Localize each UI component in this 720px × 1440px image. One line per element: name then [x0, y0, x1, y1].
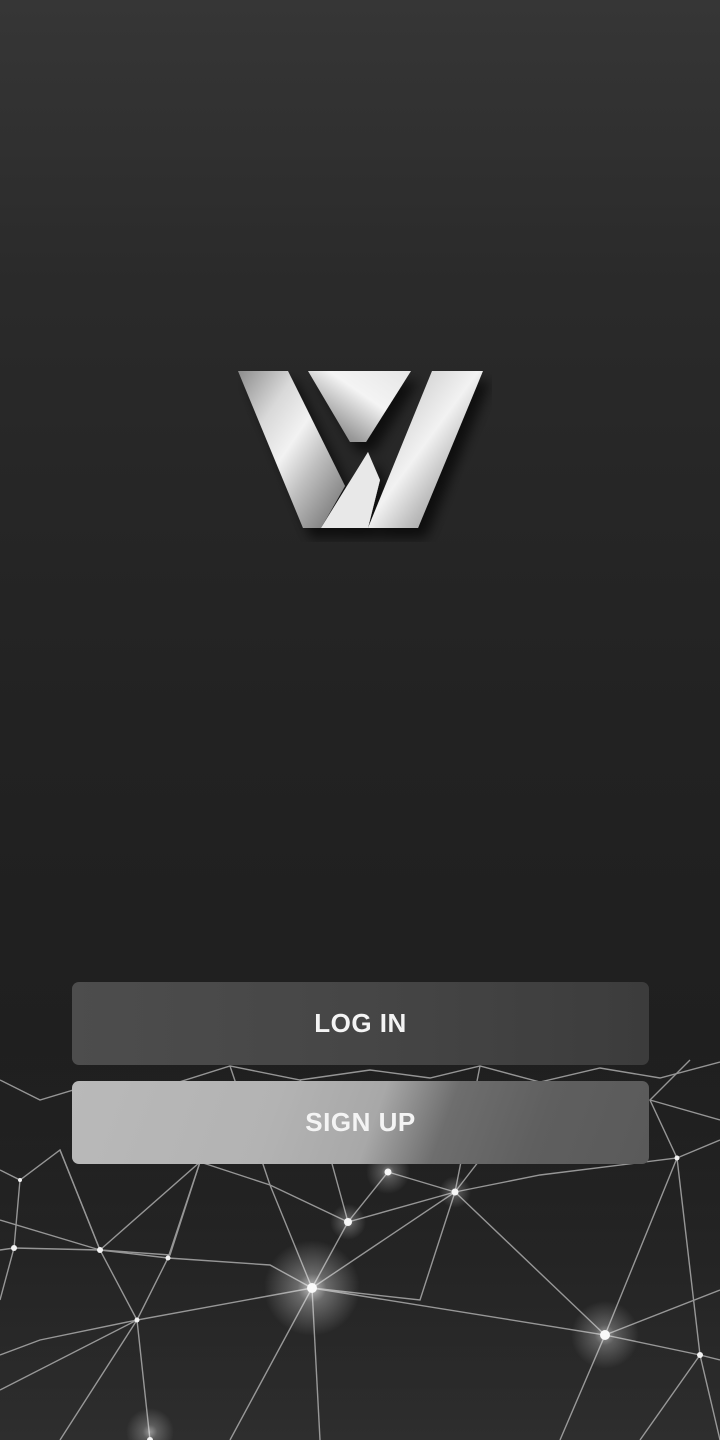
signup-button[interactable]: SIGN UP [72, 1081, 649, 1164]
login-button[interactable]: LOG IN [72, 982, 649, 1065]
w-logo-icon [238, 371, 483, 528]
welcome-screen: LOG IN SIGN UP [0, 0, 720, 1440]
